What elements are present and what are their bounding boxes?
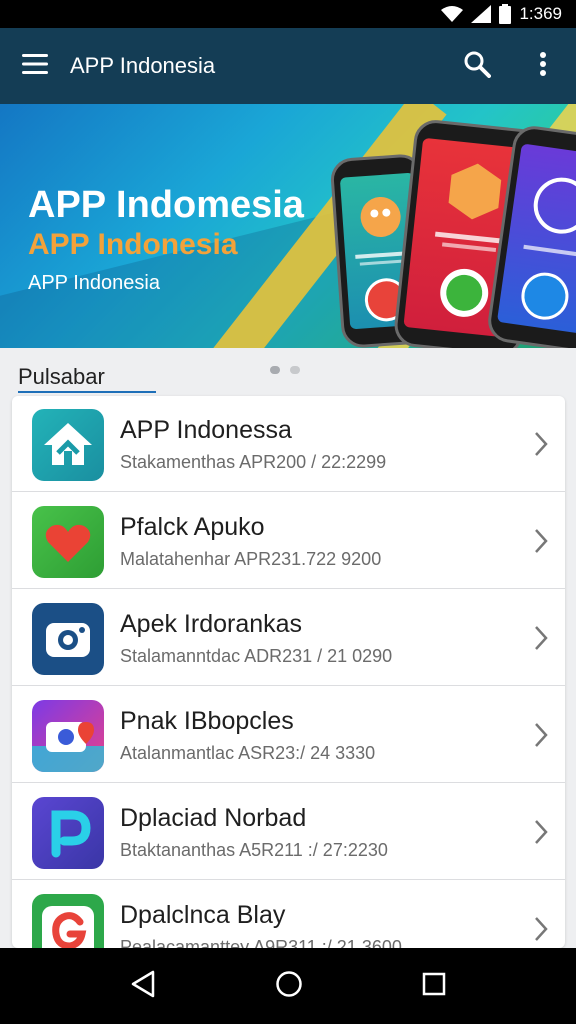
back-triangle-icon <box>131 970 154 997</box>
app-name: Apek Irdorankas <box>120 610 303 638</box>
wifi-icon <box>441 5 464 23</box>
chevron-right-icon <box>533 915 549 948</box>
carousel-indicator <box>270 366 300 374</box>
hamburger-menu-icon <box>22 53 48 79</box>
app-name: APP Indonessa <box>120 416 292 444</box>
app-details: Stalamanntdac ADR231 / 21 0290 <box>120 646 393 666</box>
menu-button[interactable] <box>0 28 70 104</box>
system-navigation-bar <box>0 948 576 1024</box>
app-name: Pfalck Apuko <box>120 513 265 541</box>
carousel-dot-active[interactable] <box>270 366 280 374</box>
status-time: 1:369 <box>519 4 562 23</box>
chevron-right-icon <box>533 624 549 657</box>
promo-banner[interactable]: APP Indomesia APP Indonesia APP Indonesi… <box>0 104 576 348</box>
chevron-right-icon <box>533 721 549 754</box>
home-circle-icon <box>276 970 302 997</box>
app-details: Atalanmantlac ASR23:/ 24 3330 <box>120 743 376 763</box>
list-item[interactable]: Apek Irdorankas Stalamanntdac ADR231 / 2… <box>12 590 565 686</box>
house-arrow-icon <box>32 409 104 481</box>
app-name: Dpalclnca Blay <box>120 901 286 929</box>
section-header: Pulsabar <box>0 350 576 394</box>
back-button[interactable] <box>130 970 156 1003</box>
app-details: Stakamenthas APR200 / 22:2299 <box>120 452 387 472</box>
recents-button[interactable] <box>422 972 446 1001</box>
search-button[interactable] <box>444 28 510 104</box>
list-item[interactable]: APP Indonessa Stakamenthas APR200 / 22:2… <box>12 396 565 492</box>
recents-square-icon <box>423 972 446 995</box>
chevron-right-icon <box>533 818 549 851</box>
camera-icon <box>32 603 104 675</box>
more-options-button[interactable] <box>510 28 576 104</box>
app-name: Pnak IBbopcles <box>120 707 294 735</box>
banner-subheadline: APP Indonesia <box>28 228 238 261</box>
heart-icon <box>32 506 104 578</box>
app-details: Malatahenhar APR231.722 9200 <box>120 549 382 569</box>
app-list: APP Indonessa Stakamenthas APR200 / 22:2… <box>12 396 565 948</box>
list-item[interactable]: Pfalck Apuko Malatahenhar APR231.722 920… <box>12 493 565 589</box>
signal-icon <box>471 5 492 23</box>
app-title: APP Indonesia <box>70 53 216 78</box>
camera-location-icon <box>32 700 104 772</box>
more-vert-icon <box>539 51 547 81</box>
section-title: Pulsabar <box>18 364 105 389</box>
section-underline <box>18 391 156 393</box>
app-name: Dplaciad Norbad <box>120 804 307 832</box>
list-item[interactable]: Dplaciad Norbad Btaktananthas A5R211 :/ … <box>12 784 565 880</box>
status-bar: 1:369 <box>0 0 576 28</box>
app-bar: APP Indonesia <box>0 28 576 104</box>
app-details: Btaktananthas A5R211 :/ 27:2230 <box>120 840 388 860</box>
battery-icon <box>499 4 512 24</box>
chevron-right-icon <box>533 527 549 560</box>
g-letter-icon <box>32 894 104 948</box>
banner-headline: APP Indomesia <box>28 184 304 226</box>
home-button[interactable] <box>275 970 303 1003</box>
chevron-right-icon <box>533 430 549 463</box>
search-icon <box>463 50 491 83</box>
banner-caption: APP Indonesia <box>28 272 160 294</box>
p-letter-icon <box>32 797 104 869</box>
list-item[interactable]: Dpalclnca Blay Pealacamanttey A9R311 :/ … <box>12 881 565 948</box>
app-details: Pealacamanttey A9R311 :/ 21.3600 <box>120 937 402 948</box>
carousel-dot[interactable] <box>290 366 300 374</box>
list-item[interactable]: Pnak IBbopcles Atalanmantlac ASR23:/ 24 … <box>12 687 565 783</box>
